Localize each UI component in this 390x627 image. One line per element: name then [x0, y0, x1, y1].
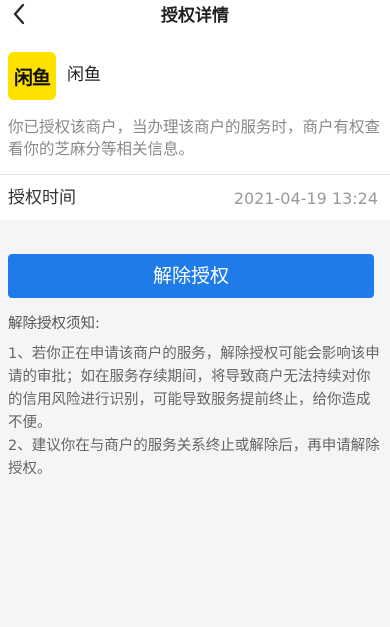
auth-time-label: 授权时间: [8, 188, 76, 208]
merchant-card: 闲鱼 闲鱼 你已授权该商户，当办理该商户的服务时，商户有权查看你的芝麻分等相关信…: [0, 34, 390, 220]
merchant-logo: 闲鱼: [8, 52, 56, 100]
nav-bar: 授权详情: [0, 0, 390, 34]
authorization-notice: 你已授权该商户，当办理该商户的服务时，商户有权查看你的芝麻分等相关信息。: [8, 118, 381, 158]
auth-time-value: 2021-04-19 13:24: [233, 189, 378, 208]
divider: [0, 174, 390, 175]
page-title: 授权详情: [161, 6, 229, 26]
revoke-notes: 解除授权须知: 1、若你正在申请该商户的服务，解除授权可能会影响该申请的审批；如…: [8, 313, 380, 481]
logo-text: 闲鱼: [13, 66, 51, 89]
revoke-authorization-button[interactable]: 解除授权: [8, 254, 374, 298]
note-item-2: 2、建议你在与商户的服务关系终止或解除后，再申请解除授权。: [8, 438, 380, 477]
note-item-1: 1、若你正在申请该商户的服务，解除授权可能会影响该申请的审批；如在服务存续期间，…: [8, 346, 380, 431]
notes-title: 解除授权须知:: [8, 316, 100, 332]
merchant-name: 闲鱼: [67, 65, 101, 85]
